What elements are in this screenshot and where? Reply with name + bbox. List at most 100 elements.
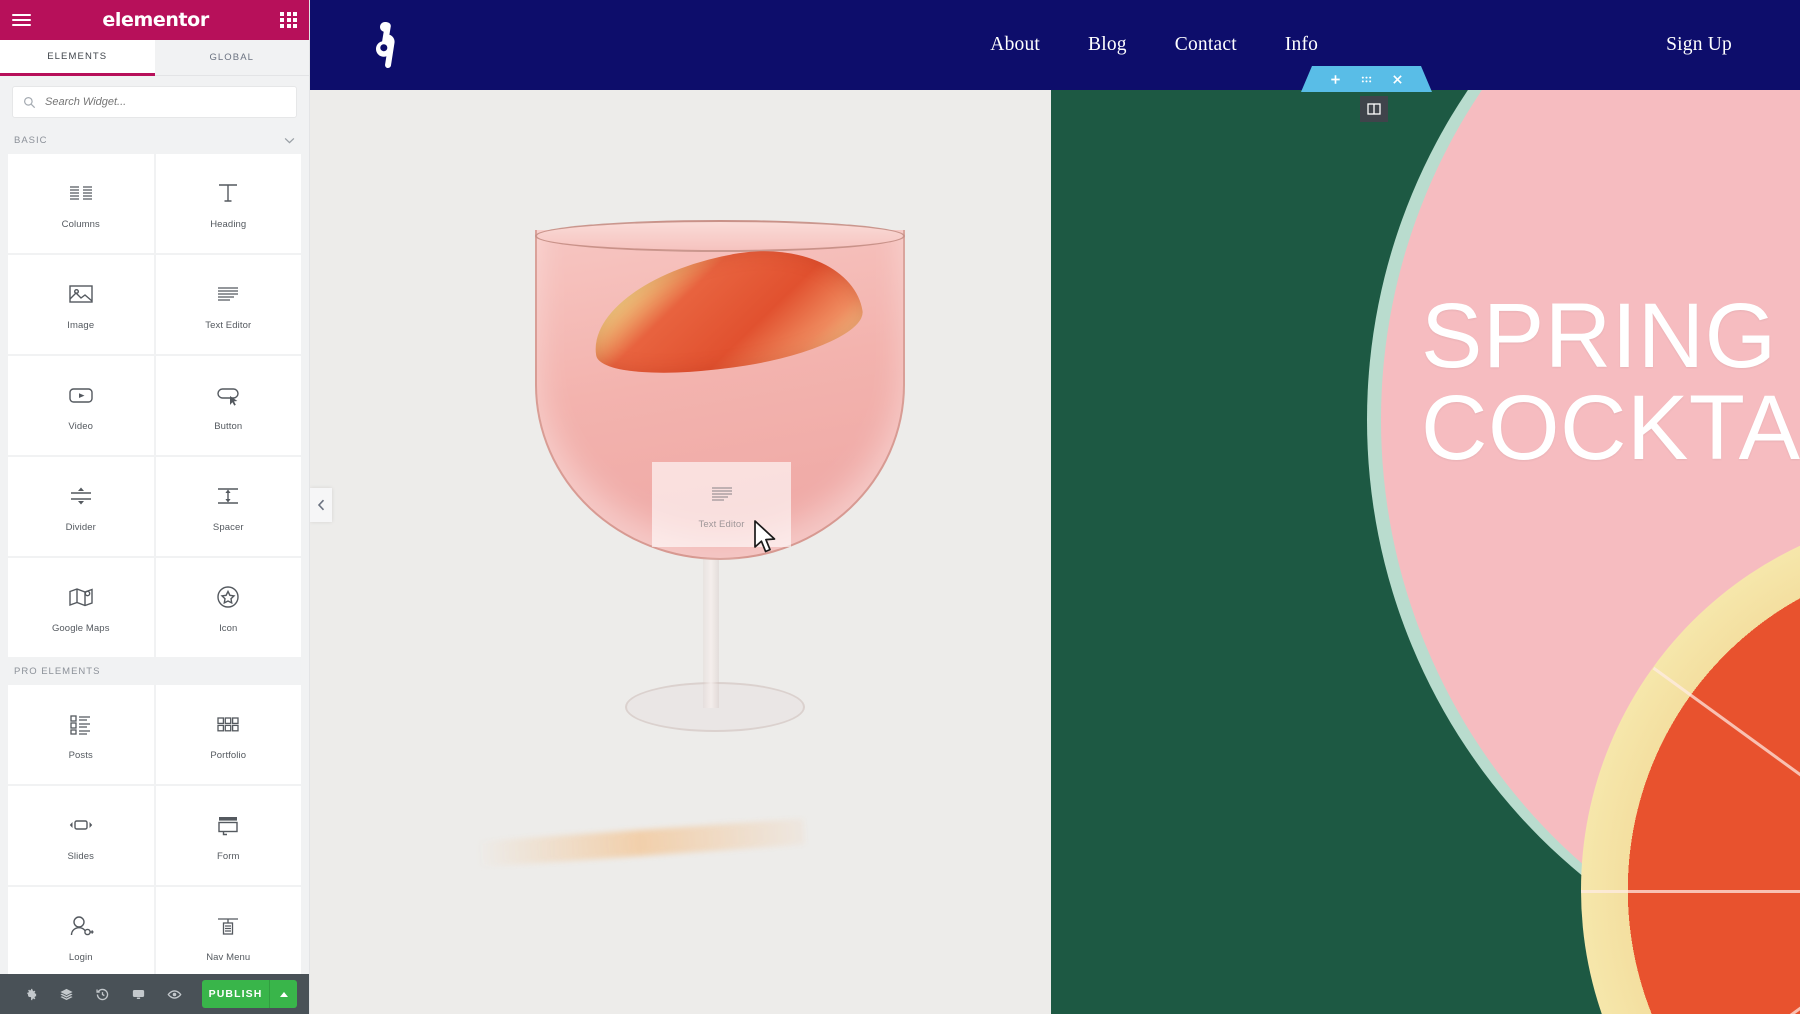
gear-icon [26, 988, 36, 1000]
widget-label: Portfolio [210, 749, 247, 761]
widget-label: Icon [219, 622, 238, 634]
widget-label: Posts [68, 749, 93, 761]
widget-label: Heading [210, 218, 247, 230]
hamburger-icon[interactable] [12, 11, 31, 29]
widget-text-editor[interactable]: Text Editor [155, 255, 301, 354]
canvas-column-right[interactable]: SPRING COCKTAILS [1051, 90, 1800, 1014]
history-button[interactable] [84, 974, 120, 1014]
eye-icon [167, 989, 181, 999]
preview-button[interactable] [156, 974, 192, 1014]
widget-icon[interactable]: Icon [155, 558, 301, 657]
photo-shadow [474, 818, 806, 868]
grid-apps-icon[interactable] [280, 11, 297, 29]
dragging-widget-label: Text Editor [698, 519, 745, 530]
responsive-button[interactable] [120, 974, 156, 1014]
widget-portfolio[interactable]: Portfolio [155, 685, 301, 784]
widget-video[interactable]: Video [8, 356, 154, 455]
widget-label: Button [214, 420, 243, 432]
widget-form[interactable]: Form [155, 786, 301, 885]
column-handle[interactable] [1360, 96, 1388, 122]
site-nav-links: About Blog Contact Info [966, 34, 1342, 56]
google-maps-icon [69, 587, 93, 606]
form-icon [218, 816, 238, 835]
site-logo[interactable] [362, 19, 408, 71]
divider-icon [70, 487, 91, 504]
elementor-panel: elementor ELEMENTS GLOBAL BASIC [0, 0, 310, 1014]
canvas-column-left[interactable]: Text Editor [310, 90, 1051, 1014]
widget-spacer[interactable]: Spacer [155, 457, 301, 556]
drag-section-handle[interactable] [1361, 74, 1372, 85]
widget-label: Columns [61, 218, 100, 230]
section-header-pro-elements[interactable]: PRO ELEMENTS [0, 657, 309, 685]
search-icon [24, 96, 36, 108]
login-user-icon [70, 915, 94, 935]
elementor-logo: elementor [102, 9, 209, 31]
hero-headline: SPRING COCKTAILS [1421, 290, 1800, 474]
search-box[interactable] [12, 86, 297, 118]
monitor-icon [132, 989, 144, 999]
delete-section-button[interactable] [1392, 74, 1403, 85]
nav-link-contact[interactable]: Contact [1151, 34, 1261, 56]
search-input[interactable] [45, 96, 286, 108]
section-title: BASIC [14, 135, 48, 146]
widget-label: Spacer [212, 521, 244, 533]
widget-google-maps[interactable]: Google Maps [8, 558, 154, 657]
widget-divider[interactable]: Divider [8, 457, 154, 556]
widget-login[interactable]: Login [8, 887, 154, 974]
section-header-basic[interactable]: BASIC [0, 126, 309, 154]
tab-elements[interactable]: ELEMENTS [0, 40, 155, 76]
portfolio-grid-icon [217, 716, 239, 731]
widget-grid-basic: Columns Heading Image Text Editor Video … [0, 154, 309, 657]
glass-stem [703, 558, 719, 708]
video-play-icon [69, 387, 93, 403]
text-editor-icon [218, 286, 239, 301]
widget-posts[interactable]: Posts [8, 685, 154, 784]
sign-up-link[interactable]: Sign Up [1642, 34, 1756, 56]
nav-link-about[interactable]: About [966, 34, 1064, 56]
widget-columns[interactable]: Columns [8, 154, 154, 253]
site-top-nav: About Blog Contact Info Sign Up [310, 0, 1800, 90]
dp-monogram-icon [376, 22, 395, 68]
widget-nav-menu[interactable]: Nav Menu [155, 887, 301, 974]
close-x-icon [1393, 74, 1402, 84]
navigator-button[interactable] [48, 974, 84, 1014]
heading-t-icon [219, 183, 238, 202]
headline-line-1: SPRING [1421, 285, 1777, 387]
widget-label: Login [68, 951, 93, 963]
widget-heading[interactable]: Heading [155, 154, 301, 253]
image-icon [69, 284, 93, 303]
settings-button[interactable] [12, 974, 48, 1014]
publish-button[interactable]: PUBLISH [202, 980, 297, 1008]
widget-grid-pro: Posts Portfolio Slides Form Login Nav Me… [0, 685, 309, 974]
widget-label: Video [68, 420, 94, 432]
widget-label: Image [67, 319, 95, 331]
collapse-panel-button[interactable] [310, 488, 332, 522]
column-layout-icon [1367, 103, 1381, 115]
spacer-icon [218, 487, 239, 504]
section-title: PRO ELEMENTS [14, 666, 101, 677]
widget-label: Form [216, 850, 240, 862]
widget-list[interactable]: BASIC Columns Heading Image Text Editor … [0, 126, 309, 974]
mouse-cursor-icon [754, 520, 776, 553]
widget-button[interactable]: Button [155, 356, 301, 455]
widget-label: Google Maps [51, 622, 110, 634]
publish-options-button[interactable] [269, 980, 297, 1008]
history-clock-icon [95, 988, 108, 1000]
posts-list-icon [70, 714, 90, 735]
widget-slides[interactable]: Slides [8, 786, 154, 885]
panel-tabs: ELEMENTS GLOBAL [0, 40, 309, 76]
add-section-button[interactable] [1330, 74, 1341, 85]
nav-link-blog[interactable]: Blog [1064, 34, 1151, 56]
text-editor-icon [711, 487, 732, 501]
widget-image[interactable]: Image [8, 255, 154, 354]
layers-icon [59, 988, 73, 1000]
nav-link-info[interactable]: Info [1261, 34, 1342, 56]
button-cursor-icon [217, 387, 239, 406]
section-handle-toolbar [1301, 66, 1432, 92]
panel-header: elementor [0, 0, 309, 40]
tab-global[interactable]: GLOBAL [154, 40, 309, 76]
page-canvas[interactable]: About Blog Contact Info Sign Up Text Edi… [310, 0, 1800, 1014]
elementor-editor: elementor ELEMENTS GLOBAL BASIC [0, 0, 1800, 1014]
slides-icon [69, 819, 92, 830]
panel-footer: PUBLISH [0, 974, 309, 1014]
